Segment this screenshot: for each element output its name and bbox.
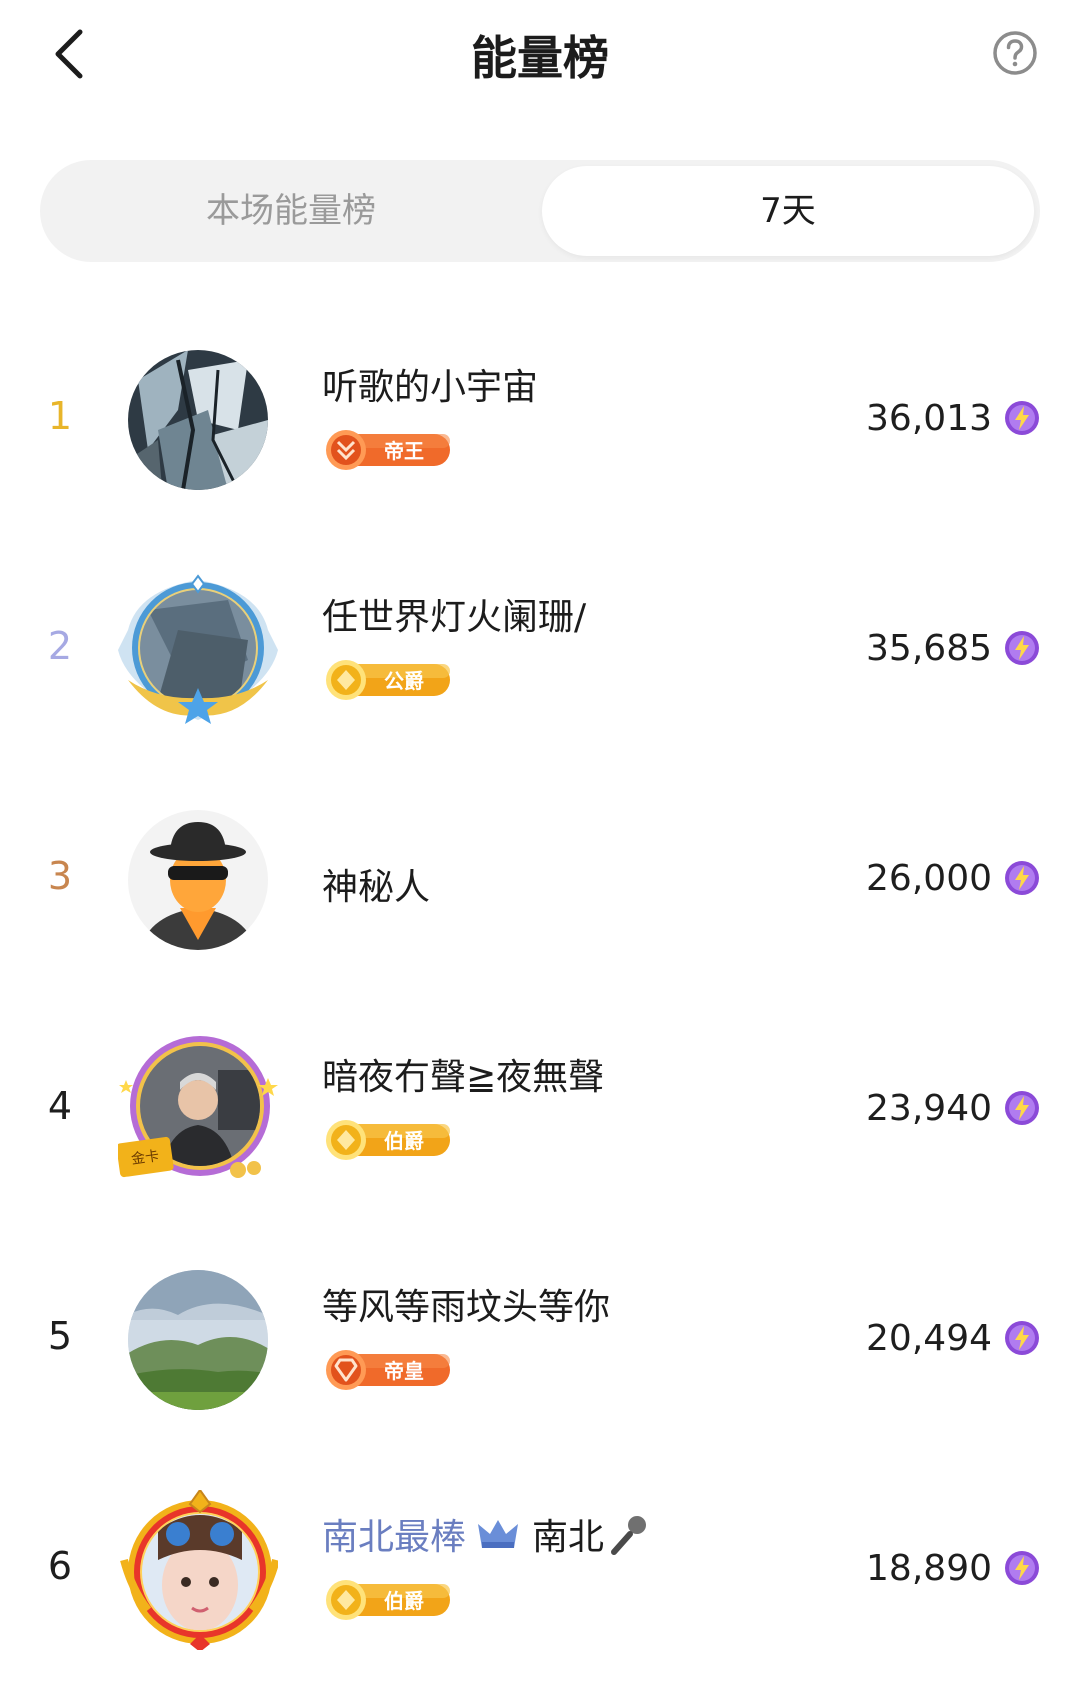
score: 18,890	[866, 1544, 1040, 1592]
ranking-row[interactable]: 4 金卡 暗夜冇聲≧夜無聲 伯爵 23,940	[0, 990, 1080, 1220]
avatar[interactable]	[118, 1260, 278, 1420]
crown-icon	[478, 1520, 519, 1548]
microphone-icon	[611, 1516, 647, 1555]
user-name: 神秘人	[322, 867, 431, 908]
rank-number: 5	[47, 1314, 73, 1358]
score: 23,940	[866, 1084, 1040, 1132]
user-name-group: 南北最棒 南北	[322, 1508, 652, 1560]
tab-7-days[interactable]: 7天	[542, 166, 1034, 256]
ranking-row[interactable]: 6 南北最棒 南北 伯爵 18,890	[0, 1450, 1080, 1680]
page-title: 能量榜	[471, 31, 609, 85]
ranking-row[interactable]: 2 任世界灯火阑珊/ 公爵 35,685	[0, 530, 1080, 760]
score-value: 20,494	[866, 1317, 992, 1359]
rank-badge-emperor: 帝皇	[326, 1350, 450, 1390]
rank-number: 1	[47, 394, 73, 438]
score-value: 18,890	[866, 1547, 992, 1589]
score-value: 26,000	[866, 857, 992, 899]
lightning-icon	[1005, 1551, 1039, 1585]
rank-number: 4	[47, 1084, 73, 1128]
header: 能量榜	[0, 0, 1080, 120]
user-name: 听歌的小宇宙	[322, 367, 539, 408]
score: 36,013	[866, 394, 1040, 442]
rank-badge-emperor: 帝王	[326, 430, 450, 470]
avatar[interactable]	[118, 1490, 278, 1650]
user-name: 任世界灯火阑珊/	[322, 597, 587, 638]
score-value: 35,685	[866, 627, 992, 669]
avatar[interactable]	[118, 570, 278, 730]
score: 26,000	[866, 854, 1040, 902]
rank-number: 3	[47, 854, 73, 898]
ranking-row[interactable]: 5 等风等雨坟头等你 帝皇 20,494	[0, 1220, 1080, 1450]
rank-badge-duke: 公爵	[326, 660, 450, 700]
avatar[interactable]	[118, 340, 278, 500]
ranking-row[interactable]: 1 听歌的小宇宙 帝王 36,013	[0, 300, 1080, 530]
badge-label: 帝皇	[384, 1359, 424, 1383]
score-value: 23,940	[866, 1087, 992, 1129]
badge-label: 公爵	[384, 669, 424, 693]
user-name: 暗夜冇聲≧夜無聲	[322, 1057, 605, 1098]
rank-badge-earl: 伯爵	[326, 1580, 450, 1620]
rank-badge-earl: 伯爵	[326, 1120, 450, 1160]
user-name: 等风等雨坟头等你	[322, 1287, 611, 1328]
score: 35,685	[866, 624, 1040, 672]
lightning-icon	[1005, 1321, 1039, 1355]
score: 20,494	[866, 1314, 1040, 1362]
lightning-icon	[1005, 631, 1039, 665]
user-name: 南北	[532, 1517, 605, 1558]
badge-label: 伯爵	[384, 1129, 424, 1153]
vip-name-prefix: 南北最棒	[322, 1517, 467, 1558]
lightning-icon	[1005, 861, 1039, 895]
avatar[interactable]: 金卡	[118, 1030, 278, 1190]
rank-number: 6	[47, 1544, 73, 1588]
ranking-row[interactable]: 3 神秘人 26,000	[0, 760, 1080, 990]
avatar[interactable]	[118, 800, 278, 960]
rank-number: 2	[47, 624, 73, 668]
lightning-icon	[1005, 401, 1039, 435]
question-circle-icon[interactable]	[992, 30, 1038, 76]
badge-label: 帝王	[384, 439, 424, 463]
score-value: 36,013	[866, 397, 992, 439]
tab-bar: 本场能量榜 7天	[40, 160, 1040, 262]
badge-label: 伯爵	[384, 1589, 424, 1613]
lightning-icon	[1005, 1091, 1039, 1125]
tab-current-session[interactable]: 本场能量榜	[46, 166, 536, 256]
